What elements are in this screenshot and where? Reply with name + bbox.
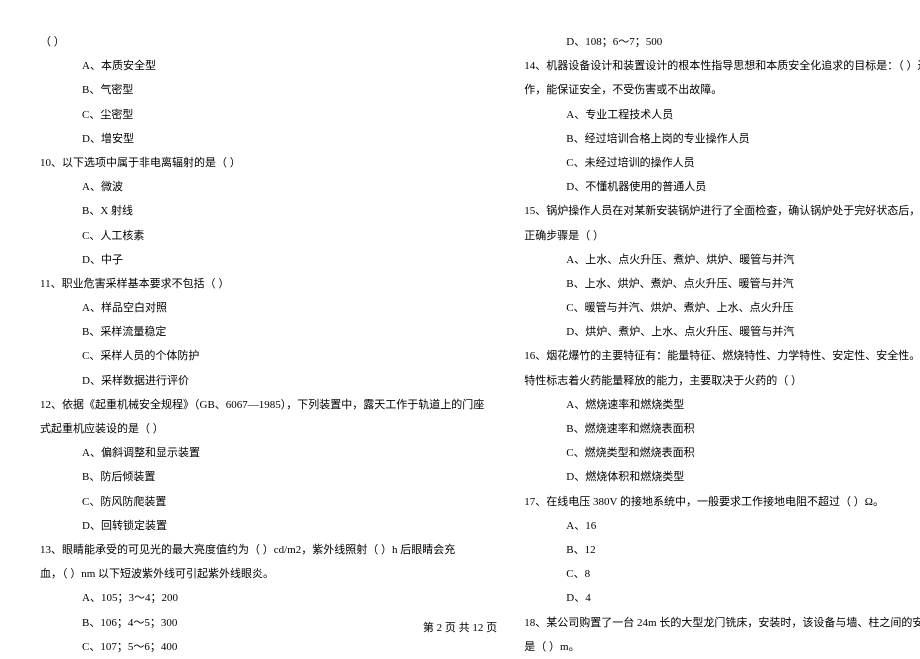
option-text: A、偏斜调整和显示装置 xyxy=(40,441,484,465)
exam-text: （ ） xyxy=(40,30,484,54)
option-text: C、人工核素 xyxy=(40,224,484,248)
option-text: B、防后倾装置 xyxy=(40,465,484,489)
option-text: B、经过培训合格上岗的专业操作人员 xyxy=(524,127,920,151)
option-text: B、X 射线 xyxy=(40,199,484,223)
left-column: （ ） A、本质安全型 B、气密型 C、尘密型 D、增安型 10、以下选项中属于… xyxy=(40,30,484,620)
option-text: A、专业工程技术人员 xyxy=(524,103,920,127)
question-text: 17、在线电压 380V 的接地系统中，一般要求工作接地电阻不超过（ ）Ω。 xyxy=(524,490,920,514)
question-text: 血，（ ）nm 以下短波紫外线可引起紫外线眼炎。 xyxy=(40,562,484,586)
question-text: 14、机器设备设计和装置设计的根本性指导思想和本质安全化追求的目标是：（ ）进行… xyxy=(524,54,920,78)
right-column: D、108；6～7；500 14、机器设备设计和装置设计的根本性指导思想和本质安… xyxy=(524,30,920,620)
option-text: B、12 xyxy=(524,538,920,562)
option-text: D、燃烧体积和燃烧类型 xyxy=(524,465,920,489)
option-text: A、本质安全型 xyxy=(40,54,484,78)
question-text: 15、锅炉操作人员在对某新安装锅炉进行了全面检查，确认锅炉处于完好状态后，启动锅… xyxy=(524,199,920,223)
option-text: C、暖管与并汽、烘炉、煮炉、上水、点火升压 xyxy=(524,296,920,320)
option-text: D、4 xyxy=(524,586,920,610)
option-text: B、上水、烘炉、煮炉、点火升压、暖管与并汽 xyxy=(524,272,920,296)
option-text: C、未经过培训的操作人员 xyxy=(524,151,920,175)
option-text: A、上水、点火升压、煮炉、烘炉、暖管与并汽 xyxy=(524,248,920,272)
page-container: （ ） A、本质安全型 B、气密型 C、尘密型 D、增安型 10、以下选项中属于… xyxy=(40,30,880,620)
option-text: B、采样流量稳定 xyxy=(40,320,484,344)
question-text: 13、眼睛能承受的可见光的最大亮度值约为（ ）cd/m2，紫外线照射（ ）h 后… xyxy=(40,538,484,562)
option-text: B、气密型 xyxy=(40,78,484,102)
option-text: C、8 xyxy=(524,562,920,586)
option-text: A、16 xyxy=(524,514,920,538)
option-text: C、防风防爬装置 xyxy=(40,490,484,514)
question-text: 11、职业危害采样基本要求不包括（ ） xyxy=(40,272,484,296)
option-text: D、增安型 xyxy=(40,127,484,151)
option-text: C、燃烧类型和燃烧表面积 xyxy=(524,441,920,465)
option-text: C、采样人员的个体防护 xyxy=(40,344,484,368)
question-text: 作，能保证安全，不受伤害或不出故障。 xyxy=(524,78,920,102)
option-text: D、108；6～7；500 xyxy=(524,30,920,54)
option-text: D、采样数据进行评价 xyxy=(40,369,484,393)
option-text: A、燃烧速率和燃烧类型 xyxy=(524,393,920,417)
page-footer: 第 2 页 共 12 页 xyxy=(0,616,920,640)
question-text: 式起重机应装设的是（ ） xyxy=(40,417,484,441)
option-text: A、样品空白对照 xyxy=(40,296,484,320)
option-text: D、烘炉、煮炉、上水、点火升压、暖管与并汽 xyxy=(524,320,920,344)
question-text: 正确步骤是（ ） xyxy=(524,224,920,248)
option-text: A、微波 xyxy=(40,175,484,199)
option-text: D、中子 xyxy=(40,248,484,272)
question-text: 10、以下选项中属于非电离辐射的是（ ） xyxy=(40,151,484,175)
question-text: 特性标志着火药能量释放的能力，主要取决于火药的（ ） xyxy=(524,369,920,393)
option-text: C、尘密型 xyxy=(40,103,484,127)
option-text: A、105；3～4；200 xyxy=(40,586,484,610)
question-text: 16、烟花爆竹的主要特征有：能量特征、燃烧特性、力学特性、安定性、安全性。其中，… xyxy=(524,344,920,368)
question-text: 12、依据《起重机械安全规程》（GB、6067—1985），下列装置中，露天工作… xyxy=(40,393,484,417)
option-text: B、燃烧速率和燃烧表面积 xyxy=(524,417,920,441)
option-text: D、不懂机器使用的普通人员 xyxy=(524,175,920,199)
option-text: D、回转锁定装置 xyxy=(40,514,484,538)
